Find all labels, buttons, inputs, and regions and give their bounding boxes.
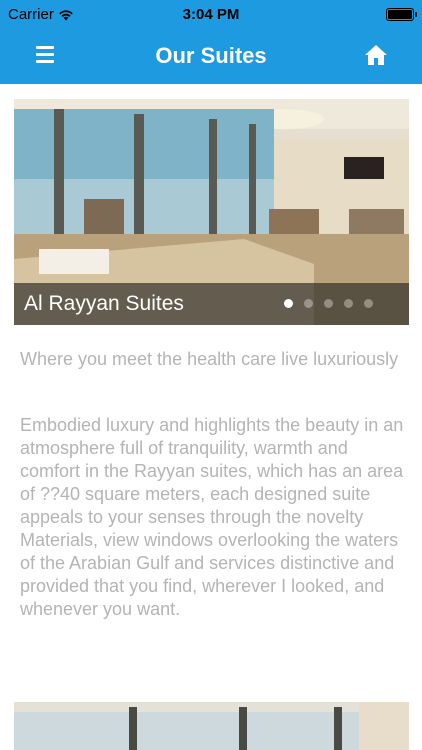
suite-photo-2 bbox=[14, 702, 409, 750]
suite-image-slider[interactable]: Al Rayyan Suites bbox=[14, 99, 409, 325]
slider-dot-4[interactable] bbox=[344, 299, 353, 308]
status-time: 3:04 PM bbox=[182, 6, 240, 23]
slider-dot-1[interactable] bbox=[284, 299, 293, 308]
content-scroll[interactable]: Al Rayyan Suites Where you meet the heal… bbox=[0, 84, 422, 750]
suite-tagline: Where you meet the health care live luxu… bbox=[20, 349, 399, 369]
home-icon[interactable] bbox=[364, 43, 388, 67]
navigation-bar: Our Suites bbox=[0, 30, 422, 84]
slider-dot-3[interactable] bbox=[324, 299, 333, 308]
slider-dot-5[interactable] bbox=[364, 299, 373, 308]
slider-caption-bar: Al Rayyan Suites bbox=[14, 283, 409, 325]
battery-icon bbox=[386, 8, 417, 21]
suite-description: Embodied luxury and highlights the beaut… bbox=[20, 415, 404, 619]
status-bar: Carrier 3:04 PM bbox=[0, 0, 422, 30]
slider-page-indicator[interactable] bbox=[284, 299, 373, 308]
next-suite-image[interactable] bbox=[14, 702, 409, 750]
page-title: Our Suites bbox=[155, 43, 267, 68]
slider-dot-2[interactable] bbox=[304, 299, 313, 308]
battery-fill bbox=[388, 10, 412, 19]
slider-caption: Al Rayyan Suites bbox=[24, 292, 184, 315]
